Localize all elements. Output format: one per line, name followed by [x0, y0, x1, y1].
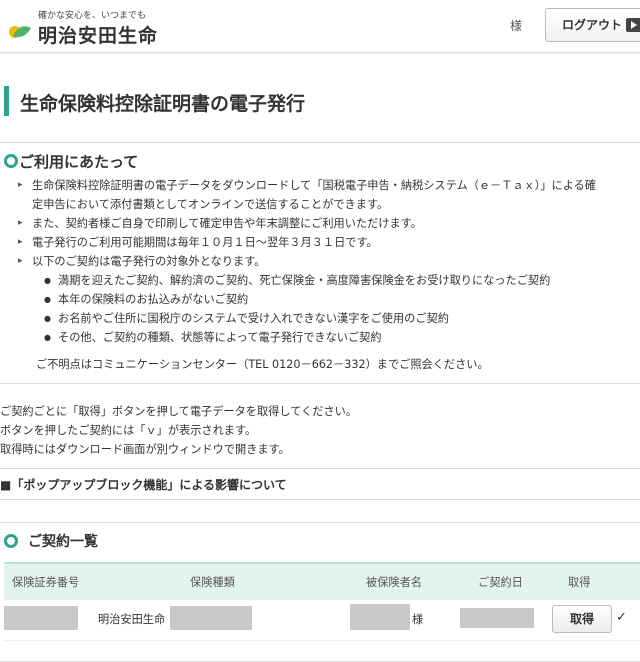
column-header-insurance-type: 保険種類: [190, 576, 235, 589]
list-item: 以下のご契約は電子発行の対象外となります。: [18, 252, 640, 271]
app-header: 確かな安心を、いつまでも 明治安田生命 様 ログアウト: [0, 0, 640, 53]
logo-company-name: 明治安田生命: [38, 25, 159, 47]
redacted-contract-date: [460, 608, 534, 628]
instruction-notes: ご契約ごとに「取得」ボタンを押して電子データを取得してください。 ボタンを押した…: [0, 402, 357, 459]
note-line: 取得時にはダウンロード画面が別ウィンドウで開きます。: [0, 443, 290, 456]
list-item: 生命保険料控除証明書の電子データをダウンロードして「国税電子申告・納税システム（…: [18, 176, 640, 195]
logo-mark-icon: [9, 26, 31, 38]
section-circle-icon: [4, 154, 18, 168]
company-logo[interactable]: 確かな安心を、いつまでも 明治安田生命: [8, 6, 178, 47]
page-title-text: 生命保険料控除証明書の電子発行: [20, 93, 306, 115]
column-header-insured-name: 被保険者名: [366, 576, 422, 589]
section-circle-icon: [4, 534, 18, 548]
list-item: また、契約者様ご自身で印刷して確定申告や年末調整にご利用いただけます。: [18, 214, 640, 233]
redacted-insurance-type: [170, 606, 252, 630]
logo-tagline: 確かな安心を、いつまでも: [38, 11, 147, 21]
popup-info-heading[interactable]: ■「ポップアップブロック機能」による影響について: [0, 476, 287, 493]
exclusion-item: 本年の保険料のお払込みがないご契約: [18, 290, 640, 309]
list-item: 電子発行のご利用可能期間は毎年１０月１日～翌年３月３１日です。: [18, 233, 640, 252]
logout-arrow-icon: [626, 18, 640, 32]
redacted-insured-name: [350, 604, 410, 630]
column-header-contract-date: ご契約日: [478, 576, 523, 589]
note-line: ボタンを押したご契約には「ｖ」が表示されます。: [0, 424, 257, 437]
exclusion-item: 満期を迎えたご契約、解約済のご契約、死亡保険金・高度障害保険金をお受け取りになっ…: [18, 271, 640, 290]
acquired-check-icon: ✓: [616, 610, 627, 625]
logout-label: ログアウト: [562, 18, 623, 32]
contracts-heading: ご契約一覧: [0, 531, 200, 551]
redacted-policy-number: [4, 606, 78, 630]
get-button[interactable]: 取得: [552, 605, 612, 633]
insurance-type-cell: 明治安田生命: [98, 613, 166, 626]
logout-button[interactable]: ログアウト: [545, 8, 640, 42]
exclusion-item: その他、ご契約の種類、状態等によって電子発行できないご契約: [18, 328, 640, 347]
column-header-get: 取得: [568, 576, 591, 589]
page-title: 生命保険料控除証明書の電子発行: [0, 86, 640, 116]
title-accent-bar: [4, 86, 9, 116]
column-header-policy-number: 保険証券番号: [12, 576, 80, 589]
list-item-continuation: 定申告において添付書類としてオンラインで送信することができます。: [32, 198, 389, 211]
table-row: 明治安田生命 様 取得 ✓: [4, 600, 640, 641]
user-honorific: 様: [510, 19, 523, 33]
note-line: ご契約ごとに「取得」ボタンを押して電子データを取得してください。: [0, 405, 357, 418]
contact-info: ご不明点はコミュニケーションセンター（TEL 0120－662－332）までご照…: [36, 358, 489, 371]
exclusion-item: お名前やご住所に国税庁のシステムで受け入れできない漢字をご使用のご契約: [18, 309, 640, 328]
usage-heading: ご利用にあたって: [0, 151, 200, 171]
insured-honorific: 様: [412, 613, 424, 626]
contracts-table-header: 保険証券番号 保険種類 被保険者名 ご契約日 取得: [4, 562, 640, 600]
usage-list: 生命保険料控除証明書の電子データをダウンロードして「国税電子申告・納税システム（…: [18, 176, 640, 347]
